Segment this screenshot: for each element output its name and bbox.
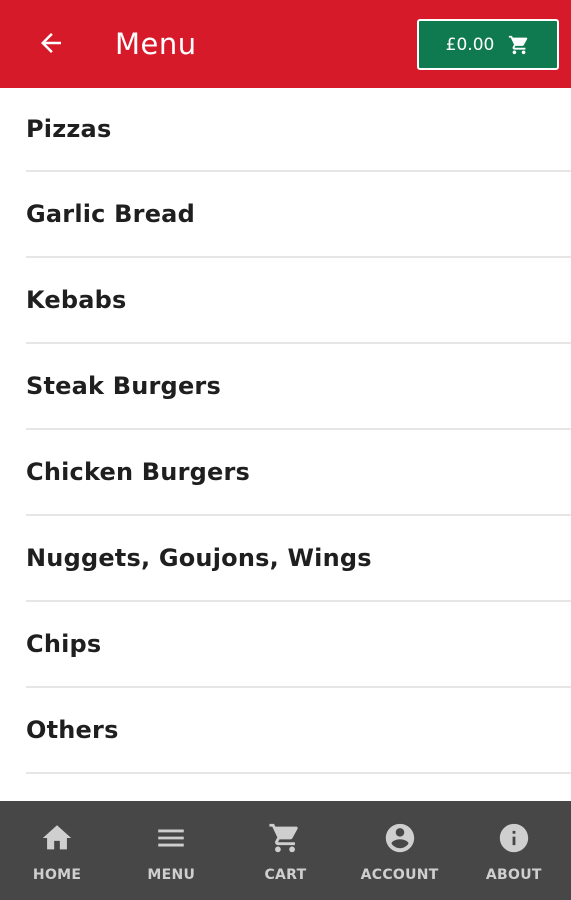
- page-title: Menu: [115, 27, 197, 61]
- menu-category-label: Others: [26, 716, 119, 744]
- menu-category-nuggets-goujons-wings[interactable]: Nuggets, Goujons, Wings: [26, 516, 571, 602]
- menu-category-kebabs[interactable]: Kebabs: [26, 258, 571, 344]
- menu-category-chicken-burgers[interactable]: Chicken Burgers: [26, 430, 571, 516]
- nav-label: ABOUT: [485, 867, 542, 883]
- nav-label: HOME: [32, 867, 82, 883]
- menu-category-label: Steak Burgers: [26, 372, 221, 400]
- nav-item-cart[interactable]: CART: [230, 801, 340, 900]
- nav-label: ACCOUNT: [360, 867, 439, 883]
- menu-category-list: Pizzas Garlic Bread Kebabs Steak Burgers…: [0, 88, 571, 774]
- cart-total-button[interactable]: £0.00: [417, 19, 559, 70]
- menu-category-label: Nuggets, Goujons, Wings: [26, 544, 372, 572]
- app-screen: Menu £0.00 Pizzas Garlic Bread Kebabs St…: [0, 0, 571, 900]
- menu-category-garlic-bread[interactable]: Garlic Bread: [26, 172, 571, 258]
- back-button[interactable]: [28, 20, 74, 66]
- menu-category-others[interactable]: Others: [26, 688, 571, 774]
- menu-category-steak-burgers[interactable]: Steak Burgers: [26, 344, 571, 430]
- account-icon: [383, 821, 417, 855]
- nav-item-about[interactable]: ABOUT: [459, 801, 569, 900]
- menu-category-chips[interactable]: Chips: [26, 602, 571, 688]
- menu-category-label: Pizzas: [26, 115, 112, 143]
- cart-icon: [268, 821, 302, 855]
- nav-label: CART: [264, 867, 307, 883]
- info-icon: [497, 821, 531, 855]
- menu-category-pizzas[interactable]: Pizzas: [26, 88, 571, 172]
- bottom-navigation: HOME MENU CART ACCOUNT ABOUT: [0, 801, 571, 900]
- menu-category-label: Kebabs: [26, 286, 127, 314]
- arrow-left-icon: [41, 33, 61, 53]
- menu-category-label: Garlic Bread: [26, 200, 195, 228]
- top-app-bar: Menu £0.00: [0, 0, 571, 88]
- home-icon: [40, 821, 74, 855]
- nav-item-account[interactable]: ACCOUNT: [345, 801, 455, 900]
- nav-item-home[interactable]: HOME: [2, 801, 112, 900]
- menu-category-label: Chips: [26, 630, 102, 658]
- menu-icon: [154, 821, 188, 855]
- nav-label: MENU: [147, 867, 196, 883]
- nav-item-menu[interactable]: MENU: [116, 801, 226, 900]
- cart-icon: [509, 35, 528, 54]
- menu-category-label: Chicken Burgers: [26, 458, 250, 486]
- cart-total-amount: £0.00: [445, 34, 495, 55]
